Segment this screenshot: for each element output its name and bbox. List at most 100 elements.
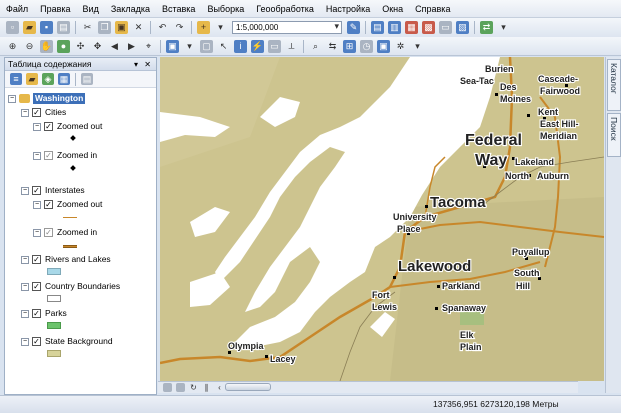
fixed-zoom-out-icon[interactable]: ✥ bbox=[91, 40, 104, 53]
python-window-icon[interactable]: ▭ bbox=[439, 21, 452, 34]
catalog-tab[interactable]: Каталог bbox=[607, 59, 621, 111]
collapse-icon[interactable]: − bbox=[21, 309, 29, 318]
sublayer-cities-zoomed-out[interactable]: − ✓ Zoomed out bbox=[33, 121, 102, 132]
identify-icon[interactable]: i bbox=[234, 39, 247, 53]
layer-interstates[interactable]: − ✓ Interstates bbox=[21, 185, 85, 196]
sublayer-visibility-checkbox[interactable]: ✓ bbox=[44, 200, 53, 209]
toolbar-overflow-icon[interactable]: ▾ bbox=[411, 40, 424, 53]
add-data-icon[interactable]: + bbox=[197, 21, 210, 34]
copy-icon[interactable]: ❐ bbox=[98, 21, 111, 34]
layer-visibility-checkbox[interactable]: ✓ bbox=[32, 255, 41, 264]
forward-extent-icon[interactable]: ▶ bbox=[125, 40, 138, 53]
layer-visibility-checkbox[interactable]: ✓ bbox=[32, 282, 41, 291]
go-to-xy-icon[interactable]: ⊞ bbox=[343, 39, 356, 53]
redo-icon[interactable]: ↷ bbox=[173, 21, 186, 34]
find-route-icon[interactable]: ⇆ bbox=[326, 40, 339, 53]
map-scale-combobox[interactable]: 1:5,000,000 bbox=[232, 21, 342, 34]
add-data-dropdown-icon[interactable]: ▾ bbox=[214, 21, 227, 34]
layer-country-boundaries[interactable]: − ✓ Country Boundaries bbox=[21, 281, 120, 292]
list-by-drawing-order-icon[interactable]: ≡ bbox=[10, 73, 22, 85]
model-builder-icon[interactable]: ▧ bbox=[456, 21, 469, 34]
refresh-icon[interactable]: ↻ bbox=[189, 383, 198, 392]
data-frame-label[interactable]: Washington bbox=[33, 93, 86, 104]
collapse-icon[interactable]: − bbox=[33, 151, 41, 160]
arctoolbox-icon[interactable]: ▩ bbox=[422, 21, 435, 34]
horizontal-scrollbar-thumb[interactable] bbox=[225, 383, 271, 391]
zoom-in-icon[interactable]: ⊕ bbox=[6, 40, 19, 53]
go-to-xy-icon[interactable]: ⌖ bbox=[142, 40, 155, 53]
menu-view[interactable]: Вид bbox=[77, 0, 105, 18]
select-elements-icon[interactable]: ↖ bbox=[217, 40, 230, 53]
sublayer-cities-zoomed-in[interactable]: − ✓ Zoomed in bbox=[33, 150, 97, 161]
editor-toolbar-icon[interactable]: ✎ bbox=[347, 21, 360, 34]
collapse-icon[interactable]: − bbox=[33, 228, 41, 237]
search-window-icon[interactable]: ▦ bbox=[405, 21, 418, 34]
menu-customize[interactable]: Настройка bbox=[320, 0, 376, 18]
table-of-contents-icon[interactable]: ▤ bbox=[371, 21, 384, 34]
full-extent-icon[interactable]: ● bbox=[57, 39, 70, 53]
collapse-icon[interactable]: − bbox=[21, 282, 29, 291]
list-by-visibility-icon[interactable]: ◈ bbox=[42, 73, 54, 85]
create-viewer-window-icon[interactable]: ▣ bbox=[377, 39, 390, 53]
sublayer-interstates-zoomed-in[interactable]: − ✓ Zoomed in bbox=[33, 227, 97, 238]
time-slider-icon[interactable]: ◷ bbox=[360, 39, 373, 53]
toolbar-overflow-icon[interactable]: ▾ bbox=[497, 21, 510, 34]
tree-node-root[interactable]: − Washington bbox=[8, 93, 86, 104]
layer-rivers-and-lakes[interactable]: − ✓ Rivers and Lakes bbox=[21, 254, 111, 265]
toc-options-icon[interactable]: ▤ bbox=[81, 73, 93, 85]
open-folder-icon[interactable]: ▰ bbox=[23, 21, 36, 34]
select-dropdown-icon[interactable]: ▾ bbox=[183, 40, 196, 53]
hyperlink-icon[interactable]: ⚡ bbox=[251, 39, 264, 53]
fixed-zoom-in-icon[interactable]: ✣ bbox=[74, 40, 87, 53]
layer-visibility-checkbox[interactable]: ✓ bbox=[32, 186, 41, 195]
undo-icon[interactable]: ↶ bbox=[156, 21, 169, 34]
print-icon[interactable]: ▤ bbox=[57, 21, 70, 34]
collapse-icon[interactable]: − bbox=[21, 108, 29, 117]
paste-icon[interactable]: ▣ bbox=[115, 21, 128, 34]
scroll-left-icon[interactable]: ‹ bbox=[215, 383, 224, 392]
collapse-icon[interactable]: − bbox=[21, 255, 29, 264]
menu-file[interactable]: Файл bbox=[0, 0, 34, 18]
layout-view-icon[interactable] bbox=[176, 383, 185, 392]
back-extent-icon[interactable]: ◀ bbox=[108, 40, 121, 53]
collapse-icon[interactable]: − bbox=[21, 186, 29, 195]
data-view-icon[interactable] bbox=[163, 383, 172, 392]
zoom-out-icon[interactable]: ⊖ bbox=[23, 40, 36, 53]
menu-selection[interactable]: Выборка bbox=[201, 0, 250, 18]
map-view[interactable]: Burien Sea-Tac Des Moines Cascade- Fairw… bbox=[160, 57, 604, 381]
collapse-icon[interactable]: − bbox=[33, 200, 41, 209]
layer-visibility-checkbox[interactable]: ✓ bbox=[32, 309, 41, 318]
delete-icon[interactable]: ✕ bbox=[132, 21, 145, 34]
menu-windows[interactable]: Окна bbox=[376, 0, 409, 18]
layer-visibility-checkbox[interactable]: ✓ bbox=[32, 337, 41, 346]
measure-icon[interactable]: ⟂ bbox=[285, 40, 298, 53]
swipe-icon[interactable]: ✲ bbox=[394, 40, 407, 53]
collapse-icon[interactable]: − bbox=[33, 122, 41, 131]
toc-window-controls[interactable]: ▾ ✕ bbox=[134, 58, 156, 70]
toolbar-options-icon[interactable]: ⇄ bbox=[480, 21, 493, 34]
catalog-window-icon[interactable]: ▥ bbox=[388, 21, 401, 34]
save-icon[interactable]: ▪ bbox=[40, 21, 53, 34]
menu-edit[interactable]: Правка bbox=[34, 0, 76, 18]
menu-bookmarks[interactable]: Закладка bbox=[105, 0, 156, 18]
map-canvas[interactable]: Burien Sea-Tac Des Moines Cascade- Fairw… bbox=[160, 57, 604, 381]
pause-drawing-icon[interactable]: ∥ bbox=[202, 383, 211, 392]
sublayer-interstates-zoomed-out[interactable]: − ✓ Zoomed out bbox=[33, 199, 102, 210]
clear-selection-icon[interactable]: ▢ bbox=[200, 39, 213, 53]
menu-help[interactable]: Справка bbox=[409, 0, 456, 18]
sublayer-visibility-checkbox[interactable]: ✓ bbox=[44, 228, 53, 237]
find-icon[interactable]: ⌕ bbox=[309, 40, 322, 53]
menu-geoprocessing[interactable]: Геообработка bbox=[250, 0, 320, 18]
list-by-source-icon[interactable]: ▰ bbox=[26, 73, 38, 85]
collapse-icon[interactable]: − bbox=[8, 94, 16, 103]
collapse-icon[interactable]: − bbox=[21, 337, 29, 346]
menu-insert[interactable]: Вставка bbox=[156, 0, 201, 18]
list-by-selection-icon[interactable]: ▦ bbox=[58, 73, 70, 85]
new-document-icon[interactable]: ▫ bbox=[6, 21, 19, 34]
select-features-icon[interactable]: ▣ bbox=[166, 39, 179, 53]
sublayer-visibility-checkbox[interactable]: ✓ bbox=[44, 122, 53, 131]
search-tab[interactable]: Поиск bbox=[607, 113, 621, 157]
html-popup-icon[interactable]: ▭ bbox=[268, 39, 281, 53]
layer-parks[interactable]: − ✓ Parks bbox=[21, 308, 67, 319]
layer-cities[interactable]: − ✓ Cities bbox=[21, 107, 66, 118]
